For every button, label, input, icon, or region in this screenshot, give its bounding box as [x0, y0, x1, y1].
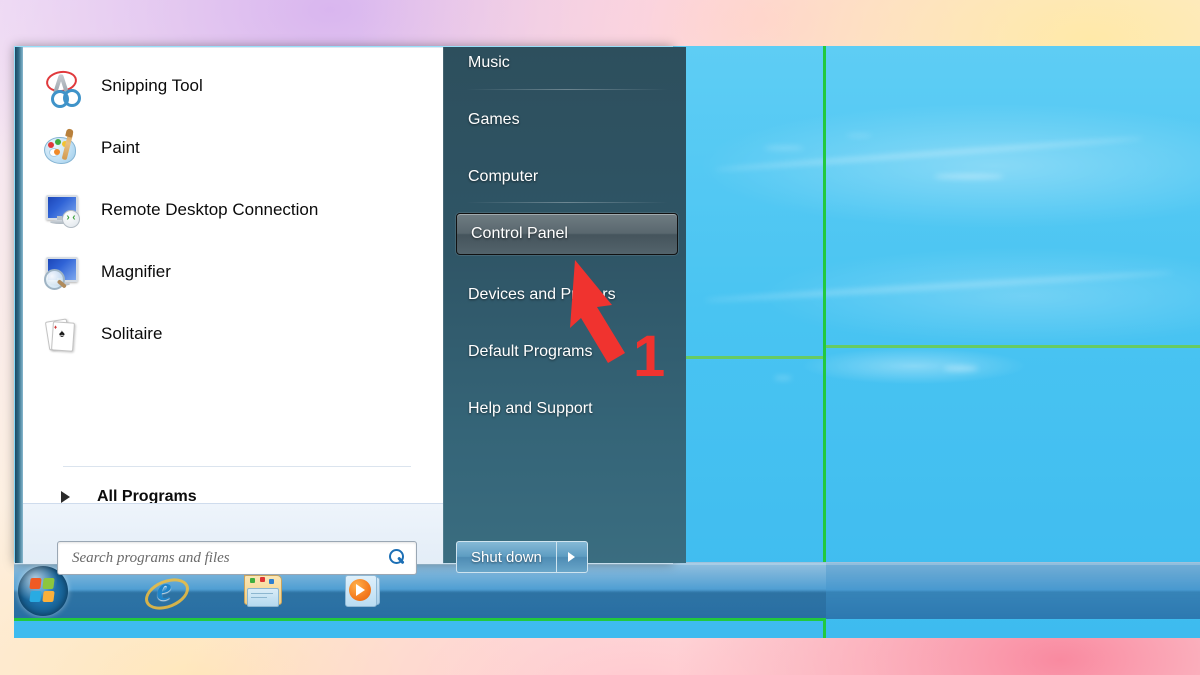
orb-quadrant: [42, 578, 55, 589]
internet-explorer-icon[interactable]: e: [140, 571, 194, 616]
menu-item-magnifier[interactable]: Magnifier: [39, 246, 431, 298]
folder-icon[interactable]: [242, 571, 282, 611]
start-menu-right-panel: Music Games Computer Control Panel Devic…: [443, 47, 686, 573]
menu-item-computer[interactable]: Computer: [454, 157, 676, 197]
folder-dot: [269, 579, 274, 584]
start-menu-left-panel: Snipping Tool Paint ›‹ Remote Desktop Co…: [23, 47, 443, 564]
start-menu: Snipping Tool Paint ›‹ Remote Desktop Co…: [14, 46, 686, 575]
folder-dot: [250, 578, 255, 583]
windows-orb-icon: [29, 578, 56, 604]
menu-item-label: Help and Support: [468, 400, 593, 417]
menu-item-default-programs[interactable]: Default Programs: [454, 332, 676, 372]
menu-item-label: Remote Desktop Connection: [101, 200, 319, 219]
menu-item-label: Games: [468, 111, 520, 128]
cloud-wisp: [774, 376, 792, 380]
annotation-guide-horizontal: [826, 345, 1200, 348]
annotation-guide-vertical: [823, 46, 826, 638]
start-menu-left-edge: [15, 47, 23, 563]
menu-item-label: Devices and Printers: [468, 286, 616, 303]
shutdown-button[interactable]: Shut down: [456, 541, 556, 573]
menu-item-label: Magnifier: [101, 262, 171, 281]
menu-item-label: Music: [468, 54, 510, 71]
annotation-guide-horizontal: [668, 356, 826, 359]
cloud-wisp: [764, 146, 804, 150]
paint-icon: [43, 128, 79, 166]
menu-item-solitaire[interactable]: ♠ ♦ Solitaire: [39, 308, 431, 360]
folder-line: [251, 597, 267, 598]
orb-quadrant: [29, 591, 42, 602]
cloud-wisp: [944, 366, 978, 371]
orb-quadrant: [42, 591, 55, 602]
menu-item-label: Control Panel: [471, 225, 568, 242]
menu-item-label: Snipping Tool: [101, 76, 203, 95]
cloud-wisp: [714, 136, 1144, 172]
shutdown-control: Shut down: [456, 541, 588, 573]
shutdown-label: Shut down: [471, 548, 542, 566]
play-icon: [356, 584, 365, 596]
cloud-wisp: [704, 270, 1174, 303]
media-player-icon[interactable]: [342, 571, 382, 611]
cloud-wisp: [846, 134, 872, 137]
menu-item-label: Paint: [101, 138, 140, 157]
menu-divider: [466, 89, 668, 90]
menu-item-music[interactable]: Music: [454, 43, 676, 83]
menu-item-label: Computer: [468, 168, 539, 185]
snipping-tool-icon: [43, 68, 81, 108]
menu-item-control-panel[interactable]: Control Panel: [456, 213, 678, 255]
chevron-right-icon: [568, 552, 576, 562]
orb-quadrant: [29, 578, 42, 589]
menu-item-games[interactable]: Games: [454, 100, 676, 140]
screenshot-root: e Snipping Tool Paint ›‹ Remote Desktop …: [0, 0, 1200, 675]
remote-desktop-icon: ›‹: [43, 192, 80, 228]
menu-divider: [63, 466, 411, 467]
menu-item-label: Solitaire: [101, 324, 163, 343]
folder-line: [251, 593, 273, 594]
menu-item-help-and-support[interactable]: Help and Support: [454, 389, 676, 429]
search-input[interactable]: [70, 548, 384, 568]
search-icon[interactable]: [384, 547, 410, 569]
menu-item-remote-desktop-connection[interactable]: ›‹ Remote Desktop Connection: [39, 184, 431, 236]
menu-item-paint[interactable]: Paint: [39, 122, 431, 174]
folder-dot: [260, 577, 265, 582]
magnifier-icon: [43, 254, 79, 290]
chevron-right-icon: [61, 491, 70, 503]
shutdown-options-button[interactable]: [555, 541, 588, 573]
menu-divider: [466, 202, 668, 203]
search-box[interactable]: [57, 541, 417, 575]
menu-item-snipping-tool[interactable]: Snipping Tool: [39, 60, 431, 112]
menu-item-label: Default Programs: [468, 343, 593, 360]
annotation-guide-bottom: [14, 618, 826, 621]
cloud-wisp: [934, 174, 1004, 179]
solitaire-icon: ♠ ♦: [43, 316, 79, 352]
menu-item-devices-and-printers[interactable]: Devices and Printers: [454, 275, 676, 315]
